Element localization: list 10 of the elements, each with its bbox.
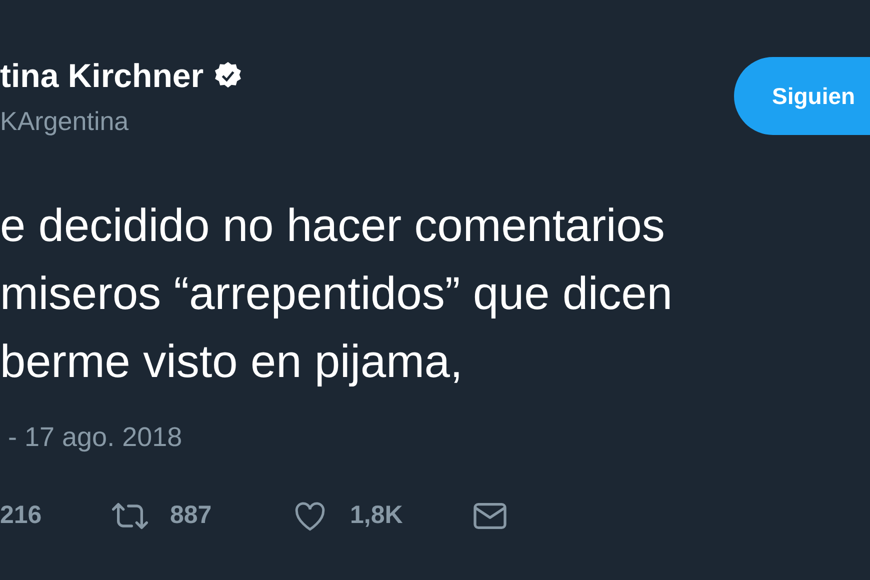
tweet-date[interactable]: - 17 ago. 2018: [0, 417, 870, 458]
tweet-text-line: berme visto en pijama,: [0, 334, 464, 389]
follow-button[interactable]: Siguien: [734, 57, 870, 135]
author-handle[interactable]: KArgentina: [0, 102, 244, 141]
action-count: 216: [0, 500, 42, 531]
tweet-text-line: e decidido no hacer comentarios: [0, 198, 666, 253]
author-name[interactable]: tina Kirchner: [0, 56, 204, 96]
action-count: 1,8K: [350, 500, 403, 531]
action-count: 887: [170, 500, 212, 531]
tweet-text-line: miseros “arrepentidos” que dicen: [0, 266, 674, 321]
